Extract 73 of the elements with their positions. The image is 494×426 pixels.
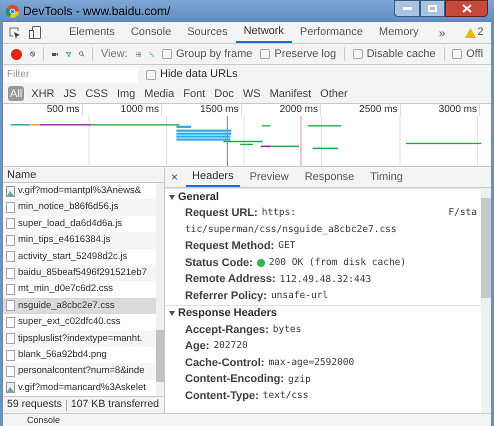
header-name: Referrer Policy: (185, 289, 267, 304)
type-filter[interactable]: Img (114, 86, 138, 101)
panel-tab[interactable]: Console (122, 22, 180, 43)
request-row[interactable]: baidu_85beaf5496f291521eb7 (3, 264, 156, 282)
close-button[interactable]: × (171, 168, 182, 186)
header-value: tic/superman/css/nsguide_a8cbc2e7.css (185, 222, 397, 237)
request-row[interactable]: v.gif?mod=mantpl%3Anews& (3, 183, 156, 200)
column-header[interactable]: Name (3, 167, 164, 183)
header-name: Content-Encoding: (185, 372, 284, 388)
view-label: View: (100, 46, 128, 62)
header-name: Status Code: (185, 256, 253, 271)
header-value: 200 OK (from disk cache) (268, 256, 406, 270)
header-value: text/css (262, 389, 308, 404)
checkbox-label: Group by frame (176, 46, 252, 62)
time-tick-label: 2000 ms (242, 104, 321, 116)
header-name: Accept-Ranges: (185, 322, 269, 338)
detail-tab[interactable]: Timing (364, 167, 409, 187)
panel-tab[interactable]: Performance (292, 22, 371, 43)
header-name: Remote Address: (185, 272, 276, 288)
panel-tab[interactable]: Memory (370, 22, 427, 43)
header-value: F/sta (448, 206, 477, 220)
detail-tab[interactable]: Headers (186, 167, 240, 187)
time-tick-label: 3000 ms (400, 104, 480, 116)
request-row[interactable]: min_tips_e4616384.js (3, 232, 156, 249)
header-value: 202720 (213, 339, 248, 354)
type-filter[interactable]: Other (318, 86, 350, 101)
header-value: gzip (288, 372, 311, 387)
request-row[interactable]: activity_start_52498d2c.js (3, 248, 156, 265)
type-filter[interactable]: Font (181, 86, 208, 101)
request-row[interactable]: tipspluslist?indextype=manht. (3, 330, 156, 347)
window-title: DevTools - www.baidu.com/ (23, 3, 170, 20)
request-row[interactable]: v.gif?mod=mancard%3Askelet (3, 380, 156, 396)
header-name: Age: (185, 339, 210, 354)
type-filter[interactable]: Media (142, 86, 176, 101)
header-value: max-age=2592000 (268, 356, 354, 370)
request-row[interactable]: nsguide_a8cbc2e7.css (3, 298, 156, 314)
type-filter[interactable]: Manifest (268, 86, 314, 101)
header-value: bytes (272, 322, 302, 337)
request-row[interactable]: min_notice_b86f6d56.js (3, 199, 156, 216)
header-name: Cache-Control: (185, 356, 264, 371)
time-tick-label: 1500 ms (162, 104, 242, 116)
type-filter[interactable]: XHR (29, 86, 56, 101)
header-value: GET (278, 239, 296, 254)
type-filter[interactable]: Doc (212, 86, 236, 101)
section-title[interactable]: Response Headers (178, 305, 278, 322)
checkbox-label: Disable cache (366, 46, 436, 62)
warning-count[interactable]: 2 (477, 24, 484, 41)
checkbox-label: Hide data URLs (160, 67, 238, 82)
detail-tab[interactable]: Response (298, 167, 360, 187)
request-count: 59 requests (7, 397, 62, 412)
drawer-tab[interactable]: Console (27, 415, 60, 425)
more-tabs-button[interactable]: » (434, 24, 450, 42)
section-title[interactable]: General (178, 188, 219, 206)
type-filter[interactable]: CSS (83, 86, 110, 101)
filter-field[interactable]: Filter (3, 66, 138, 82)
panel-tab[interactable]: Elements (61, 22, 123, 43)
type-filter[interactable]: WS (240, 86, 263, 101)
header-name: Request URL: (185, 206, 258, 222)
time-tick-label: 500 ms (3, 104, 82, 116)
header-name: Content-Type: (185, 388, 259, 404)
header-name: Request Method: (185, 239, 274, 254)
header-value: 112.49.48.32:443 (280, 272, 372, 287)
time-tick-label: 1000 ms (82, 104, 162, 116)
request-row[interactable]: personalcontent?num=8&inde (3, 363, 156, 380)
header-value: https: (262, 206, 296, 220)
panel-tab[interactable]: Sources (179, 22, 236, 43)
checkbox-label: Offl (466, 46, 484, 62)
transferred-size: 107 KB transferred (70, 397, 160, 412)
type-filter[interactable]: JS (61, 86, 78, 101)
detail-tab[interactable]: Preview (244, 167, 295, 187)
header-value: unsafe-url (270, 289, 328, 304)
checkbox-label: Preserve log (274, 46, 336, 62)
time-tick-label: 2500 ms (321, 104, 400, 116)
